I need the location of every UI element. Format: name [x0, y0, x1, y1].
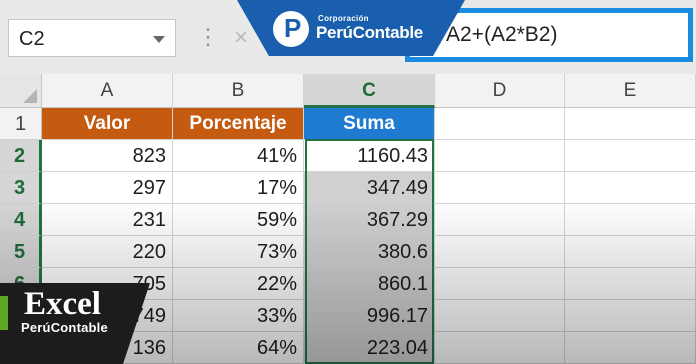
cell-e3[interactable]: [565, 172, 696, 204]
cell-d5[interactable]: [435, 236, 565, 268]
row-header-3[interactable]: 3: [0, 172, 42, 204]
logo-name: PerúContable: [316, 23, 423, 42]
cell-b6[interactable]: 22%: [173, 268, 304, 300]
excel-badge-title: Excel: [24, 286, 101, 322]
cell-d2[interactable]: [435, 140, 565, 172]
cell-e5[interactable]: [565, 236, 696, 268]
row-header-5[interactable]: 5: [0, 236, 42, 268]
formula-text: A2+(A2*B2): [446, 23, 558, 46]
cell-c2[interactable]: 1160.43: [304, 140, 435, 172]
cell-e6[interactable]: [565, 268, 696, 300]
cancel-icon[interactable]: ×: [234, 26, 248, 50]
header-cell-porcentaje[interactable]: Porcentaje: [173, 108, 304, 140]
name-box[interactable]: C2: [8, 19, 176, 57]
cell-e4[interactable]: [565, 204, 696, 236]
select-all-icon: [23, 89, 37, 103]
column-header-b[interactable]: B: [173, 74, 304, 108]
chevron-down-icon[interactable]: [153, 36, 165, 43]
cell-a5[interactable]: 220: [42, 236, 173, 268]
cell-c8[interactable]: 223.04: [304, 332, 435, 364]
cell-d8[interactable]: [435, 332, 565, 364]
logo-tagline: Corporación: [318, 14, 369, 23]
more-vertical-icon: ⋮: [197, 24, 219, 49]
cell-a3[interactable]: 297: [42, 172, 173, 204]
cell-b2[interactable]: 41%: [173, 140, 304, 172]
cell-d3[interactable]: [435, 172, 565, 204]
cell-e1[interactable]: [565, 108, 696, 140]
cell-b7[interactable]: 33%: [173, 300, 304, 332]
column-header-a[interactable]: A: [42, 74, 173, 108]
cell-c7[interactable]: 996.17: [304, 300, 435, 332]
column-header-d[interactable]: D: [435, 74, 565, 108]
row-header-4[interactable]: 4: [0, 204, 42, 236]
cell-e8[interactable]: [565, 332, 696, 364]
name-box-value: C2: [19, 28, 45, 50]
column-header-e[interactable]: E: [565, 74, 696, 108]
cell-b4[interactable]: 59%: [173, 204, 304, 236]
cell-c3[interactable]: 347.49: [304, 172, 435, 204]
select-all-button[interactable]: [0, 74, 42, 108]
cell-e7[interactable]: [565, 300, 696, 332]
cell-d7[interactable]: [435, 300, 565, 332]
row-header-2[interactable]: 2: [0, 140, 42, 172]
header-cell-valor[interactable]: Valor: [42, 108, 173, 140]
header-cell-suma[interactable]: Suma: [304, 108, 435, 140]
excel-badge-accent: [0, 296, 8, 330]
logo-letter: P: [284, 13, 302, 43]
excel-badge-subtitle: PerúContable: [21, 320, 108, 335]
cell-d1[interactable]: [435, 108, 565, 140]
cell-c5[interactable]: 380.6: [304, 236, 435, 268]
cell-a2[interactable]: 823: [42, 140, 173, 172]
logo-icon: P: [273, 11, 309, 47]
column-header-c[interactable]: C: [304, 74, 435, 108]
cell-d4[interactable]: [435, 204, 565, 236]
cell-b8[interactable]: 64%: [173, 332, 304, 364]
cell-b3[interactable]: 17%: [173, 172, 304, 204]
cell-d6[interactable]: [435, 268, 565, 300]
cell-c6[interactable]: 860.1: [304, 268, 435, 300]
cell-c4[interactable]: 367.29: [304, 204, 435, 236]
row-header-1[interactable]: 1: [0, 108, 42, 140]
cell-a4[interactable]: 231: [42, 204, 173, 236]
cell-b5[interactable]: 73%: [173, 236, 304, 268]
cell-e2[interactable]: [565, 140, 696, 172]
